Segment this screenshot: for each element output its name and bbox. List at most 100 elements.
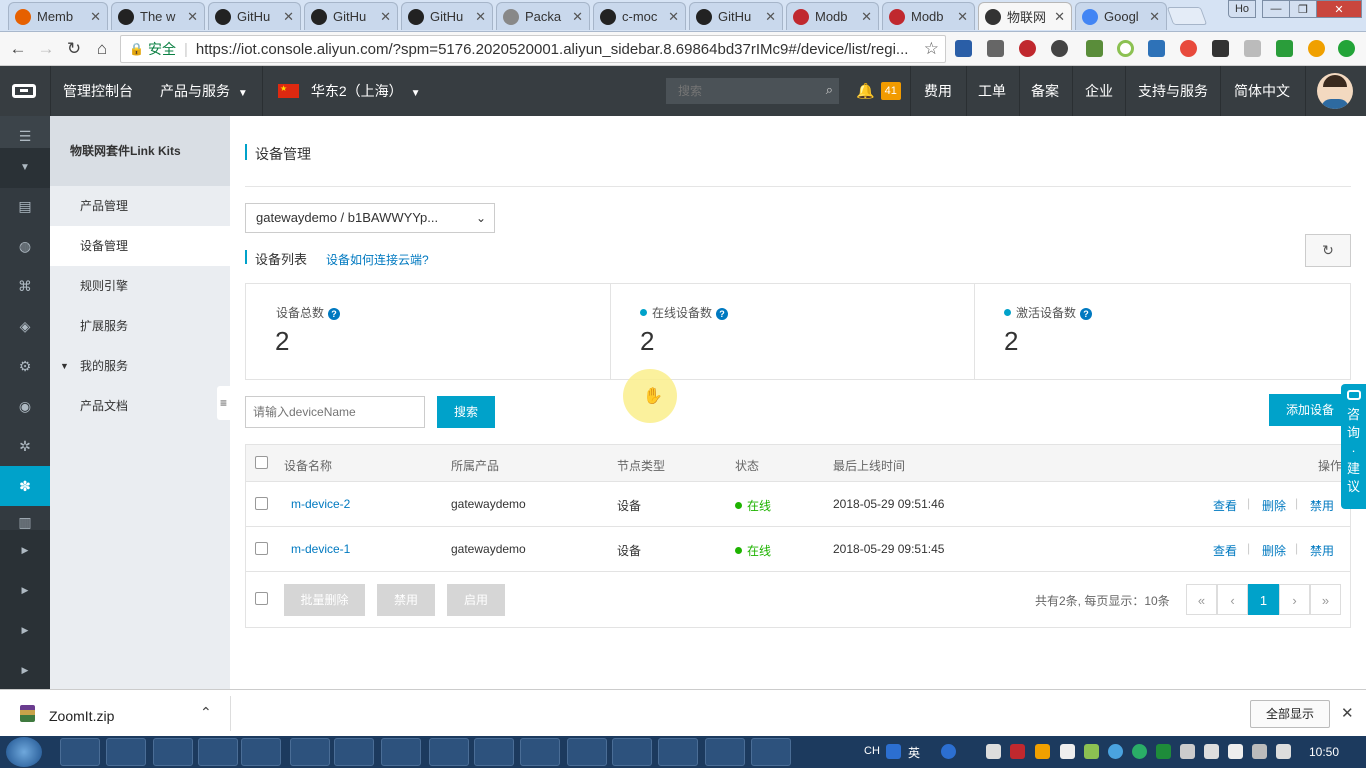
wechat-icon[interactable] [1132,744,1147,759]
download-file-name[interactable]: ZoomIt.zip [49,708,114,724]
sidebar-item-rule-engine[interactable]: 规则引擎 [50,266,230,306]
ime-indicator[interactable]: CH [864,745,880,757]
layers-icon[interactable]: ◈ [0,306,50,346]
tray-icon[interactable] [1010,744,1025,759]
extension-icon[interactable] [1117,40,1134,57]
device-name-link[interactable]: m-device-1 [291,542,350,556]
console-home-link[interactable]: 管理控制台 [63,66,133,116]
folder-taskbar-icon[interactable] [241,738,281,766]
search-button[interactable]: 搜索 [437,396,495,428]
close-tab-icon[interactable]: ✕ [380,9,391,25]
ime-lang-label[interactable]: 英 [908,744,920,761]
notifications-button[interactable]: 🔔 41 [856,66,901,116]
chart-icon[interactable]: ▥ [0,508,50,530]
header-nav-icp[interactable]: 备案 [1031,66,1059,116]
sidebar-item-product-management[interactable]: 产品管理 [50,186,230,226]
extension-icon[interactable] [1338,40,1355,57]
app-taskbar-icon[interactable] [612,738,652,766]
show-all-downloads-button[interactable]: 全部显示 [1250,700,1330,728]
close-tab-icon[interactable]: ✕ [957,9,968,25]
product-select[interactable]: gatewaydemo / b1BAWWYYp... ⌄ [245,203,495,233]
view-link[interactable]: 查看 [1213,497,1237,514]
extension-icon[interactable] [1180,40,1197,57]
tray-icon[interactable] [1108,744,1123,759]
extension-icon[interactable] [1212,40,1229,57]
eye-icon[interactable]: ◉ [0,386,50,426]
close-tab-icon[interactable]: ✕ [187,9,198,25]
close-tab-icon[interactable]: ✕ [861,9,872,25]
extension-icon[interactable] [1051,40,1068,57]
avatar[interactable] [1317,73,1353,109]
maximize-button[interactable]: ❐ [1289,0,1317,18]
new-tab-button[interactable] [1166,7,1208,25]
close-tab-icon[interactable]: ✕ [1054,9,1065,25]
row-checkbox[interactable] [255,542,268,555]
volume-icon[interactable] [1276,744,1291,759]
connect-help-link[interactable]: 设备如何连接云端? [326,251,429,268]
home-icon[interactable]: ⌂ [92,39,112,59]
word-taskbar-icon[interactable] [658,738,698,766]
help-icon[interactable]: ? [1080,308,1093,320]
delete-link[interactable]: 删除 [1262,542,1286,559]
browser-tab[interactable]: The w ✕ [111,2,205,30]
extension-icon[interactable] [1148,40,1165,57]
chrome-taskbar-icon[interactable] [60,738,100,766]
products-services-menu[interactable]: 产品与服务 ▼ [160,66,248,116]
sidebar-item-product-docs[interactable]: 产品文档 [50,386,230,426]
first-page-button[interactable]: « [1186,584,1217,615]
close-tab-icon[interactable]: ✕ [475,9,486,25]
chevron-up-icon[interactable]: ⌃ [200,704,212,721]
next-page-button[interactable]: › [1279,584,1310,615]
batch-enable-button[interactable]: 启用 [447,584,505,616]
device-name-search-input[interactable] [245,396,425,428]
refresh-button[interactable]: ↻ [1305,234,1351,267]
app-taskbar-icon[interactable] [381,738,421,766]
browser-tab[interactable]: Packa ✕ [496,2,590,30]
explorer-taskbar-icon[interactable] [106,738,146,766]
extension-icon[interactable] [1308,40,1325,57]
chevron-right-icon[interactable]: ▶ [0,570,50,610]
back-icon[interactable]: ← [8,39,28,59]
app-taskbar-icon[interactable] [567,738,607,766]
help-icon[interactable]: ? [716,308,729,320]
network-signal-icon[interactable] [1252,744,1267,759]
extension-icon[interactable] [1019,40,1036,57]
close-tab-icon[interactable]: ✕ [283,9,294,25]
header-nav-tickets[interactable]: 工单 [978,66,1006,116]
forward-icon[interactable]: → [36,39,56,59]
header-nav-support[interactable]: 支持与服务 [1138,66,1208,116]
last-page-button[interactable]: » [1310,584,1341,615]
app-taskbar-icon[interactable] [153,738,193,766]
browser-tab[interactable]: GitHu ✕ [689,2,783,30]
tray-icon[interactable] [1156,744,1171,759]
browser-tab[interactable]: Memb ✕ [8,2,108,30]
browser-tab[interactable]: 物联网 ✕ [978,2,1072,30]
ime-icon[interactable] [886,744,901,759]
search-icon[interactable]: ⌕ [826,82,833,98]
extension-icon[interactable] [955,40,972,57]
console-search-box[interactable]: ⌕ [666,78,839,104]
device-name-link[interactable]: m-device-2 [291,497,350,511]
server-icon[interactable]: ▤ [0,186,50,226]
prev-page-button[interactable]: ‹ [1217,584,1248,615]
chevron-right-icon[interactable]: ▶ [0,610,50,650]
chevron-right-icon[interactable]: ▶ [0,530,50,570]
delete-link[interactable]: 删除 [1262,497,1286,514]
browser-tab[interactable]: Googl ✕ [1075,2,1167,30]
disable-link[interactable]: 禁用 [1310,542,1334,559]
browser-tab[interactable]: Modb ✕ [786,2,879,30]
sidebar-item-extension-services[interactable]: 扩展服务 [50,306,230,346]
disable-link[interactable]: 禁用 [1310,497,1334,514]
current-page-button[interactable]: 1 [1248,584,1279,615]
browser-tab[interactable]: GitHu ✕ [304,2,398,30]
extension-icon[interactable] [1276,40,1293,57]
app-taskbar-icon[interactable] [429,738,469,766]
reload-icon[interactable]: ↻ [64,39,84,59]
collapse-handle-icon[interactable]: ≡ [217,386,230,420]
tray-icon[interactable] [1084,744,1099,759]
tray-icon[interactable] [1060,744,1075,759]
aliyun-logo-icon[interactable] [12,66,38,116]
add-device-button[interactable]: 添加设备 [1269,394,1351,426]
feedback-widget[interactable]: 咨询 · 建议 [1341,384,1366,509]
extension-icon[interactable] [1244,40,1261,57]
